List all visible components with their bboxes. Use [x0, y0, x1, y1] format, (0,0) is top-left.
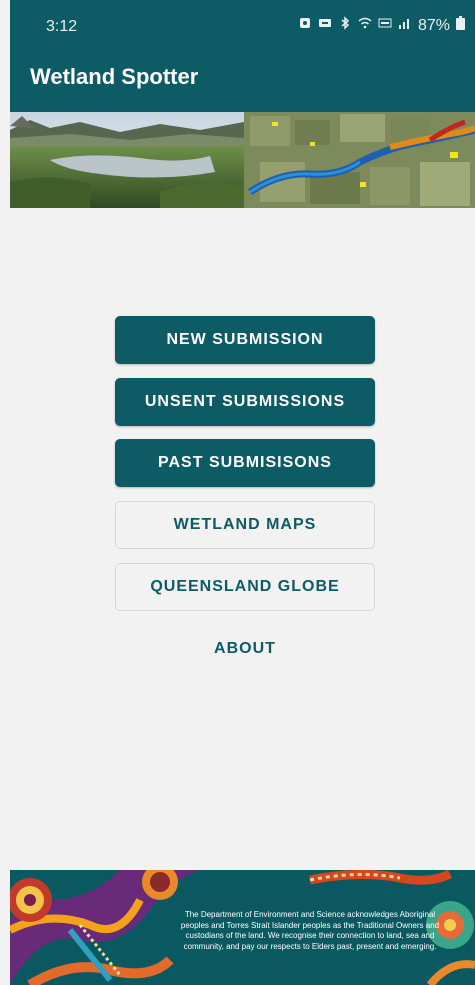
battery-icon: [456, 16, 465, 35]
app-title: Wetland Spotter: [30, 64, 199, 89]
bluetooth-icon: [338, 16, 352, 35]
signal-icon: [398, 16, 412, 35]
volte-icon: [378, 16, 392, 35]
app-bar: Wetland Spotter: [10, 52, 475, 112]
status-time: 3:12: [46, 18, 78, 35]
do-not-disturb-icon: [318, 16, 332, 35]
past-submissions-button[interactable]: PAST SUBMISISONS: [115, 439, 375, 487]
battery-percentage: 87%: [417, 16, 450, 34]
wetland-photo: [10, 112, 244, 208]
about-button[interactable]: ABOUT: [115, 625, 375, 673]
satellite-map: [244, 112, 475, 208]
header-banner: [10, 112, 475, 208]
wetland-maps-button[interactable]: WETLAND MAPS: [115, 501, 375, 549]
wifi-icon: [358, 16, 372, 35]
acknowledgement-text: The Department of Environment and Scienc…: [180, 910, 440, 951]
app-screen: 3:12 87% Wetland Spotter NEW SUBMISSION …: [10, 0, 475, 985]
queensland-globe-button[interactable]: QUEENSLAND GLOBE: [115, 563, 375, 611]
new-submission-button[interactable]: NEW SUBMISSION: [115, 316, 375, 364]
status-bar: 3:12 87%: [10, 0, 475, 52]
notification-icon: [298, 16, 312, 35]
status-icons: 87%: [298, 16, 465, 35]
unsent-submissions-button[interactable]: UNSENT SUBMISSIONS: [115, 378, 375, 426]
acknowledgement-footer: The Department of Environment and Scienc…: [10, 870, 475, 985]
